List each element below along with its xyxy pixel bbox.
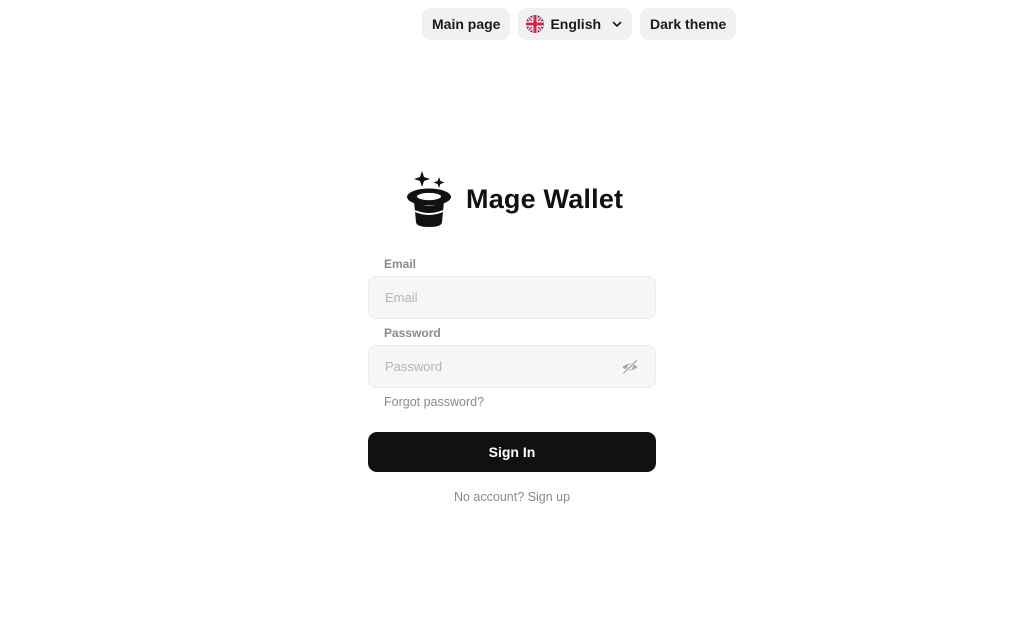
forgot-password-link[interactable]: Forgot password? [368, 393, 656, 411]
eye-slash-icon[interactable] [621, 358, 639, 376]
language-label: English [550, 16, 602, 32]
language-selector[interactable]: English [518, 8, 633, 40]
password-input[interactable] [385, 359, 639, 374]
password-field-container [368, 345, 656, 388]
main-page-label: Main page [432, 16, 501, 32]
brand-header: Mage Wallet [406, 170, 623, 228]
email-field-container [368, 276, 656, 319]
main-page-button[interactable]: Main page [422, 8, 511, 40]
sign-in-form: Email Password Forgot password? Sign In … [368, 256, 656, 504]
magic-hat-icon [407, 171, 451, 227]
chevron-down-icon [612, 21, 622, 27]
uk-flag-icon [526, 15, 545, 33]
password-label: Password [384, 326, 441, 340]
sign-in-button[interactable]: Sign In [368, 432, 656, 472]
sign-up-link[interactable]: No account? Sign up [368, 490, 656, 504]
email-input[interactable] [385, 290, 639, 305]
dark-theme-label: Dark theme [650, 16, 727, 32]
brand-name: Mage Wallet [466, 183, 624, 214]
dark-theme-button[interactable]: Dark theme [640, 8, 737, 40]
sign-in-label: Sign In [488, 444, 536, 460]
email-label: Email [384, 257, 417, 271]
top-navigation: Main page English Dark theme [422, 8, 737, 40]
